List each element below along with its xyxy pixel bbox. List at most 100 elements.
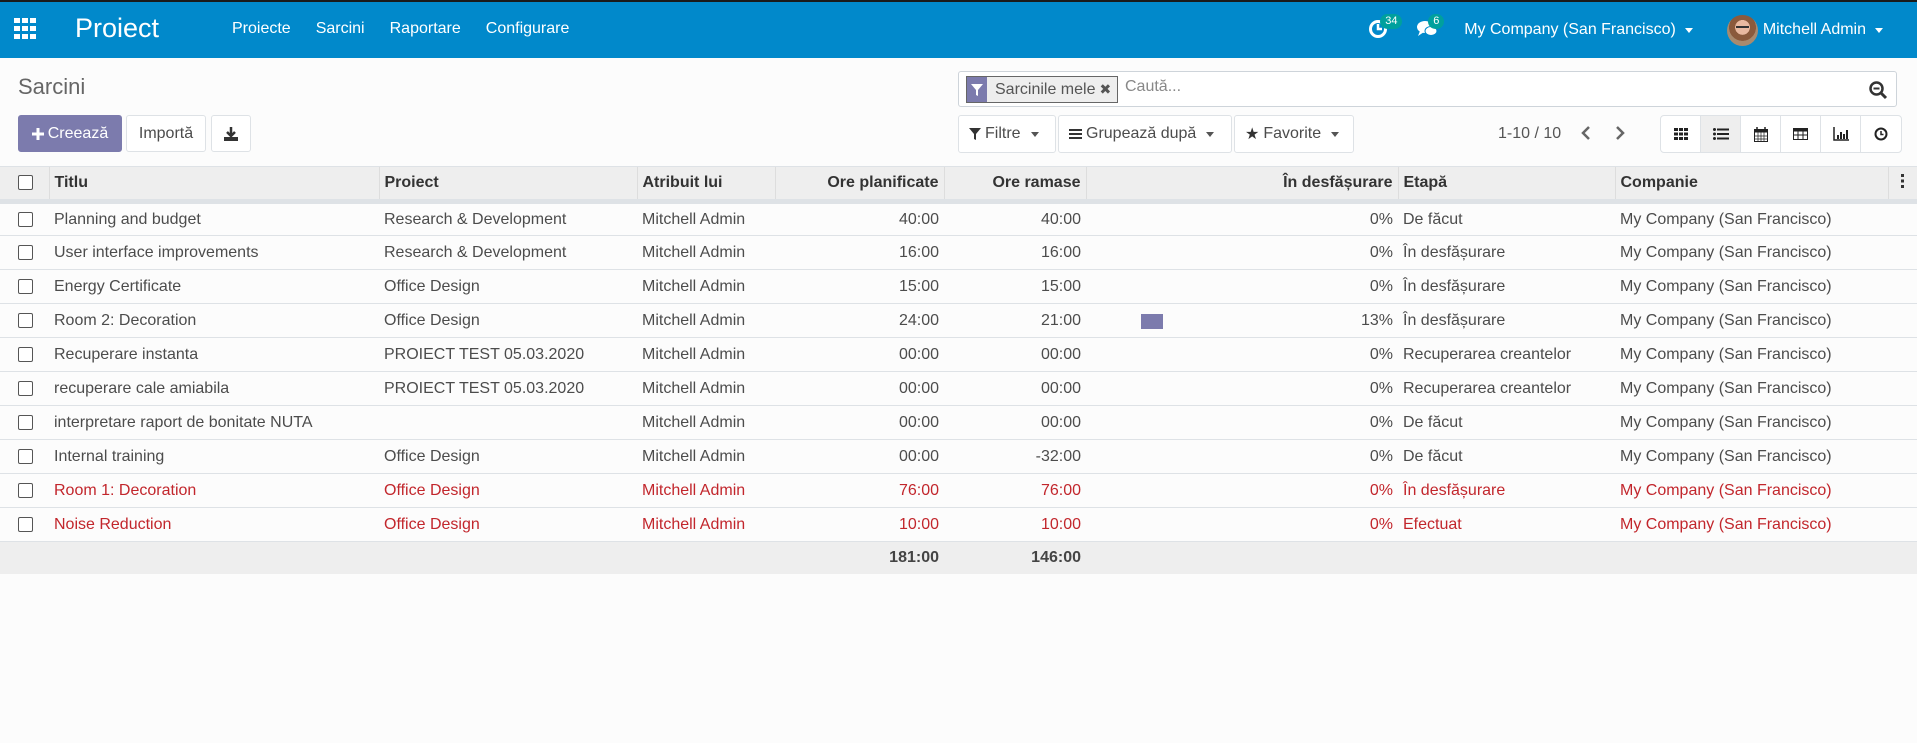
company-switcher[interactable]: My Company (San Francisco) — [1464, 21, 1693, 39]
row-checkbox[interactable] — [18, 414, 33, 430]
pager-value[interactable]: 1-10 / 10 — [1498, 125, 1561, 143]
row-spacer-cell — [1888, 371, 1917, 406]
select-all-checkbox[interactable] — [18, 175, 33, 191]
column-header-progress[interactable]: În desfășurare — [1085, 166, 1398, 204]
app-name[interactable]: Proiect — [75, 13, 159, 44]
calendar-view-button[interactable] — [1741, 116, 1781, 152]
row-select-cell — [0, 405, 49, 440]
view-switcher — [1660, 115, 1902, 153]
create-button[interactable]: Creează — [18, 115, 122, 152]
task-assignee: Mitchell Admin — [637, 235, 775, 270]
row-select-cell — [0, 507, 49, 542]
task-progress-label: 0% — [1369, 413, 1393, 431]
task-project: Office Design — [379, 473, 637, 508]
progress-bar — [1141, 214, 1341, 229]
plus-icon — [31, 127, 44, 140]
table-row[interactable]: Planning and budget Research & Developme… — [0, 201, 1917, 236]
task-remaining-hours: 40:00 — [944, 201, 1086, 236]
task-planned-hours: 24:00 — [775, 303, 944, 338]
task-planned-hours: 10:00 — [775, 507, 944, 542]
task-company: My Company (San Francisco) — [1615, 405, 1888, 440]
table-row[interactable]: Noise Reduction Office Design Mitchell A… — [0, 507, 1917, 542]
row-checkbox[interactable] — [18, 244, 33, 260]
kanban-icon — [1673, 128, 1688, 140]
task-progress-cell: 0% — [1086, 371, 1398, 406]
list-view-button[interactable] — [1701, 116, 1741, 152]
column-header-planned-hours[interactable]: Ore planificate — [774, 166, 944, 204]
table-row[interactable]: Room 2: Decoration Office Design Mitchel… — [0, 303, 1917, 338]
column-header-remaining-hours[interactable]: Ore ramase — [943, 166, 1086, 204]
table-row[interactable]: Room 1: Decoration Office Design Mitchel… — [0, 473, 1917, 508]
caret-down-icon — [1875, 27, 1883, 33]
task-progress-cell: 0% — [1086, 405, 1398, 440]
groupby-dropdown[interactable]: Grupează după — [1058, 115, 1232, 153]
table-row[interactable]: recuperare cale amiabila PROIECT TEST 05… — [0, 371, 1917, 406]
search-facet: Sarcinile mele ✖ — [966, 76, 1119, 103]
table-row[interactable]: Recuperare instanta PROIECT TEST 05.03.2… — [0, 337, 1917, 372]
menu-item-configurare[interactable]: Configurare — [486, 20, 570, 38]
row-checkbox[interactable] — [18, 346, 33, 362]
row-checkbox[interactable] — [18, 380, 33, 396]
progress-bar — [1141, 416, 1341, 431]
calendar-icon — [1753, 126, 1768, 142]
search-icon[interactable] — [1868, 80, 1888, 100]
column-header-title[interactable]: Titlu — [48, 166, 379, 204]
row-checkbox[interactable] — [18, 278, 33, 294]
menu-item-raportare[interactable]: Raportare — [390, 20, 461, 38]
optional-columns-toggle[interactable] — [1887, 166, 1917, 204]
task-company: My Company (San Francisco) — [1615, 235, 1888, 270]
filters-dropdown[interactable]: Filtre — [958, 115, 1056, 153]
pager-previous-button[interactable] — [1576, 122, 1596, 144]
task-assignee: Mitchell Admin — [637, 371, 775, 406]
table-row[interactable]: Internal training Office Design Mitchell… — [0, 439, 1917, 474]
search-input[interactable] — [1125, 78, 1825, 96]
task-title: Recuperare instanta — [49, 337, 379, 372]
apps-menu-icon[interactable] — [14, 18, 38, 40]
row-checkbox[interactable] — [18, 312, 33, 328]
task-progress-cell: 0% — [1086, 473, 1398, 508]
task-assignee: Mitchell Admin — [637, 337, 775, 372]
task-title: Noise Reduction — [49, 507, 379, 542]
column-header-assignee[interactable]: Atribuit lui — [636, 166, 775, 204]
favorites-dropdown[interactable]: ★ Favorite — [1234, 115, 1354, 153]
task-remaining-hours: 76:00 — [944, 473, 1086, 508]
menu-item-proiecte[interactable]: Proiecte — [232, 20, 291, 38]
table-row[interactable]: Energy Certificate Office Design Mitchel… — [0, 269, 1917, 304]
menu-item-sarcini[interactable]: Sarcini — [316, 20, 365, 38]
star-icon: ★ — [1245, 126, 1260, 143]
activity-view-button[interactable] — [1861, 116, 1901, 152]
progress-bar — [1141, 246, 1341, 261]
pager-next-button[interactable] — [1610, 122, 1630, 144]
task-company: My Company (San Francisco) — [1615, 337, 1888, 372]
total-planned-hours: 181:00 — [775, 541, 944, 574]
export-button[interactable] — [211, 115, 251, 152]
table-row[interactable]: interpretare raport de bonitate NUTA Mit… — [0, 405, 1917, 440]
task-title: Energy Certificate — [49, 269, 379, 304]
column-header-company[interactable]: Companie — [1614, 166, 1888, 204]
messaging-menu[interactable]: 6 — [1416, 14, 1445, 41]
row-spacer-cell — [1888, 473, 1917, 508]
user-menu[interactable]: Mitchell Admin — [1726, 14, 1883, 46]
task-assignee: Mitchell Admin — [637, 405, 775, 440]
activity-menu[interactable]: 34 — [1368, 14, 1403, 41]
top-navbar: Proiect Proiecte Sarcini Raportare Confi… — [0, 0, 1917, 58]
row-checkbox[interactable] — [18, 482, 33, 498]
row-spacer-cell — [1888, 269, 1917, 304]
kanban-view-button[interactable] — [1661, 116, 1701, 152]
column-header-stage[interactable]: Etapă — [1397, 166, 1615, 204]
table-row[interactable]: User interface improvements Research & D… — [0, 235, 1917, 270]
progress-bar — [1141, 314, 1341, 329]
row-checkbox[interactable] — [18, 516, 33, 532]
graph-view-button[interactable] — [1821, 116, 1861, 152]
remove-facet-icon[interactable]: ✖ — [1099, 81, 1117, 98]
column-header-project[interactable]: Proiect — [378, 166, 637, 204]
task-progress-cell: 0% — [1086, 201, 1398, 236]
task-company: My Company (San Francisco) — [1615, 371, 1888, 406]
row-checkbox[interactable] — [18, 448, 33, 464]
pivot-view-button[interactable] — [1781, 116, 1821, 152]
task-assignee: Mitchell Admin — [637, 507, 775, 542]
row-checkbox[interactable] — [18, 211, 33, 227]
kebab-menu-icon — [1900, 173, 1904, 188]
import-button[interactable]: Importă — [126, 115, 206, 152]
totals-row: 181:00 146:00 — [0, 541, 1917, 574]
